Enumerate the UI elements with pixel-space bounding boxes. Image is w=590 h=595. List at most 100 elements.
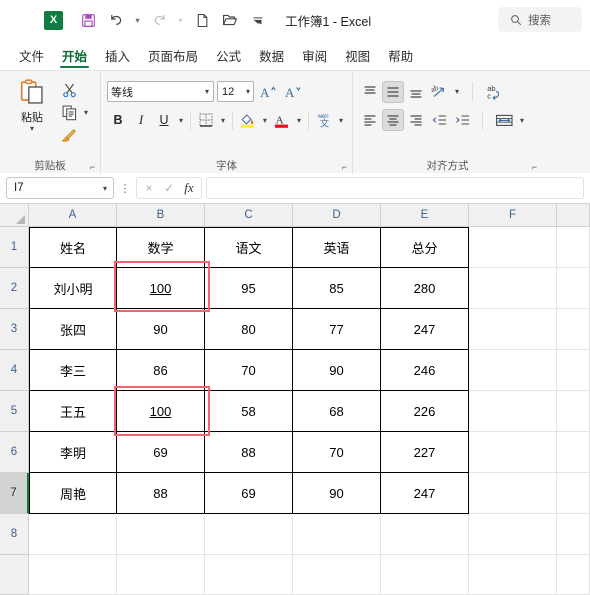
align-bottom-button[interactable]: [405, 81, 427, 103]
clipboard-dialog-launcher-icon[interactable]: ⌐: [84, 161, 95, 172]
row-header-8[interactable]: 8: [0, 514, 29, 555]
cell-F1[interactable]: [469, 227, 557, 268]
font-name-combobox[interactable]: 等线 ▾: [107, 81, 214, 102]
column-header-C[interactable]: C: [205, 204, 293, 227]
tab-insert[interactable]: 插入: [96, 40, 139, 70]
row-header-3[interactable]: 3: [0, 309, 29, 350]
cell-E5[interactable]: 226: [381, 391, 469, 432]
cell-B4[interactable]: 86: [117, 350, 205, 391]
column-header-D[interactable]: D: [293, 204, 381, 227]
row-header-5[interactable]: 5: [0, 391, 29, 432]
wrap-text-button[interactable]: ab c: [483, 81, 505, 103]
cell-B8[interactable]: [117, 514, 205, 555]
decrease-indent-button[interactable]: [428, 109, 450, 131]
save-icon[interactable]: [75, 7, 101, 33]
cell-F5[interactable]: [469, 391, 557, 432]
cell-A8[interactable]: [29, 514, 117, 555]
row-header-7[interactable]: 7: [0, 473, 29, 514]
select-all-corner[interactable]: [0, 204, 29, 227]
open-folder-icon[interactable]: [217, 7, 243, 33]
cell-E8[interactable]: [381, 514, 469, 555]
cell-A3[interactable]: 张四: [29, 309, 117, 350]
cell-A5[interactable]: 王五: [29, 391, 117, 432]
cell-F4[interactable]: [469, 350, 557, 391]
cell-F6[interactable]: [469, 432, 557, 473]
cell-E3[interactable]: 247: [381, 309, 469, 350]
align-left-button[interactable]: [359, 109, 381, 131]
cell-B2[interactable]: 100: [117, 268, 205, 309]
cell-B7[interactable]: 88: [117, 473, 205, 514]
fill-color-button[interactable]: [237, 109, 259, 131]
cell-C4[interactable]: 70: [205, 350, 293, 391]
tab-formulas[interactable]: 公式: [207, 40, 250, 70]
search-input[interactable]: 搜索: [498, 7, 582, 32]
formula-input[interactable]: [206, 177, 584, 199]
align-middle-button[interactable]: [382, 80, 404, 103]
cell-E7[interactable]: 247: [381, 473, 469, 514]
bold-button[interactable]: B: [107, 109, 129, 131]
row-header-6[interactable]: 6: [0, 432, 29, 473]
cell-F8[interactable]: [469, 514, 557, 555]
cell-D4[interactable]: 90: [293, 350, 381, 391]
tab-page-layout[interactable]: 页面布局: [139, 40, 207, 70]
enter-formula-button[interactable]: ✓: [159, 181, 179, 195]
cell-F7[interactable]: [469, 473, 557, 514]
cancel-formula-button[interactable]: ×: [139, 181, 159, 195]
cell-D9[interactable]: [293, 555, 381, 595]
borders-button[interactable]: [195, 109, 217, 131]
tab-file[interactable]: 文件: [10, 40, 53, 70]
tab-review[interactable]: 审阅: [293, 40, 336, 70]
cell-E1[interactable]: 总分: [381, 227, 469, 268]
merge-dropdown-icon[interactable]: ▾: [516, 116, 528, 125]
undo-icon[interactable]: [103, 7, 129, 33]
increase-font-size-button[interactable]: A: [257, 81, 279, 103]
insert-function-button[interactable]: fx: [179, 180, 199, 196]
align-top-button[interactable]: [359, 81, 381, 103]
column-header-A[interactable]: A: [29, 204, 117, 227]
font-color-dropdown-icon[interactable]: ▾: [294, 116, 304, 125]
cell-A4[interactable]: 李三: [29, 350, 117, 391]
undo-dropdown-icon[interactable]: ▾: [131, 7, 144, 33]
new-file-icon[interactable]: [189, 7, 215, 33]
cell-C8[interactable]: [205, 514, 293, 555]
row-header-1[interactable]: 1: [0, 227, 29, 268]
cell-F3[interactable]: [469, 309, 557, 350]
cell-F2[interactable]: [469, 268, 557, 309]
borders-dropdown-icon[interactable]: ▾: [218, 116, 228, 125]
cell-A1[interactable]: 姓名: [29, 227, 117, 268]
cell-E6[interactable]: 227: [381, 432, 469, 473]
cell-D3[interactable]: 77: [293, 309, 381, 350]
customize-qat-icon[interactable]: [245, 7, 271, 33]
fill-color-dropdown-icon[interactable]: ▾: [260, 116, 270, 125]
cell-C9[interactable]: [205, 555, 293, 595]
formula-bar-options-icon[interactable]: ⋮: [118, 182, 132, 195]
cell-A7[interactable]: 周艳: [29, 473, 117, 514]
copy-dropdown-icon[interactable]: ▾: [80, 108, 92, 117]
align-right-button[interactable]: [405, 109, 427, 131]
column-header-E[interactable]: E: [381, 204, 469, 227]
align-center-button[interactable]: [382, 109, 404, 131]
cell-2[interactable]: [557, 268, 590, 309]
cell-B5[interactable]: 100: [117, 391, 205, 432]
cell-D8[interactable]: [293, 514, 381, 555]
cell-6[interactable]: [557, 432, 590, 473]
column-header-F[interactable]: F: [469, 204, 557, 227]
cell-7[interactable]: [557, 473, 590, 514]
cell-B1[interactable]: 数学: [117, 227, 205, 268]
font-color-button[interactable]: A: [271, 109, 293, 131]
font-size-combobox[interactable]: 12 ▾: [217, 81, 254, 102]
merge-center-button[interactable]: [493, 109, 515, 131]
phonetic-guide-button[interactable]: wén 文: [313, 109, 335, 131]
cell-D7[interactable]: 90: [293, 473, 381, 514]
phonetic-dropdown-icon[interactable]: ▾: [336, 116, 346, 125]
cell-D6[interactable]: 70: [293, 432, 381, 473]
cell-F9[interactable]: [469, 555, 557, 595]
tab-data[interactable]: 数据: [250, 40, 293, 70]
cell-E9[interactable]: [381, 555, 469, 595]
cell-A9[interactable]: [29, 555, 117, 595]
tab-view[interactable]: 视图: [336, 40, 379, 70]
cell-9[interactable]: [557, 555, 590, 595]
row-header-4[interactable]: 4: [0, 350, 29, 391]
orientation-dropdown-icon[interactable]: ▾: [451, 87, 463, 96]
cell-C1[interactable]: 语文: [205, 227, 293, 268]
